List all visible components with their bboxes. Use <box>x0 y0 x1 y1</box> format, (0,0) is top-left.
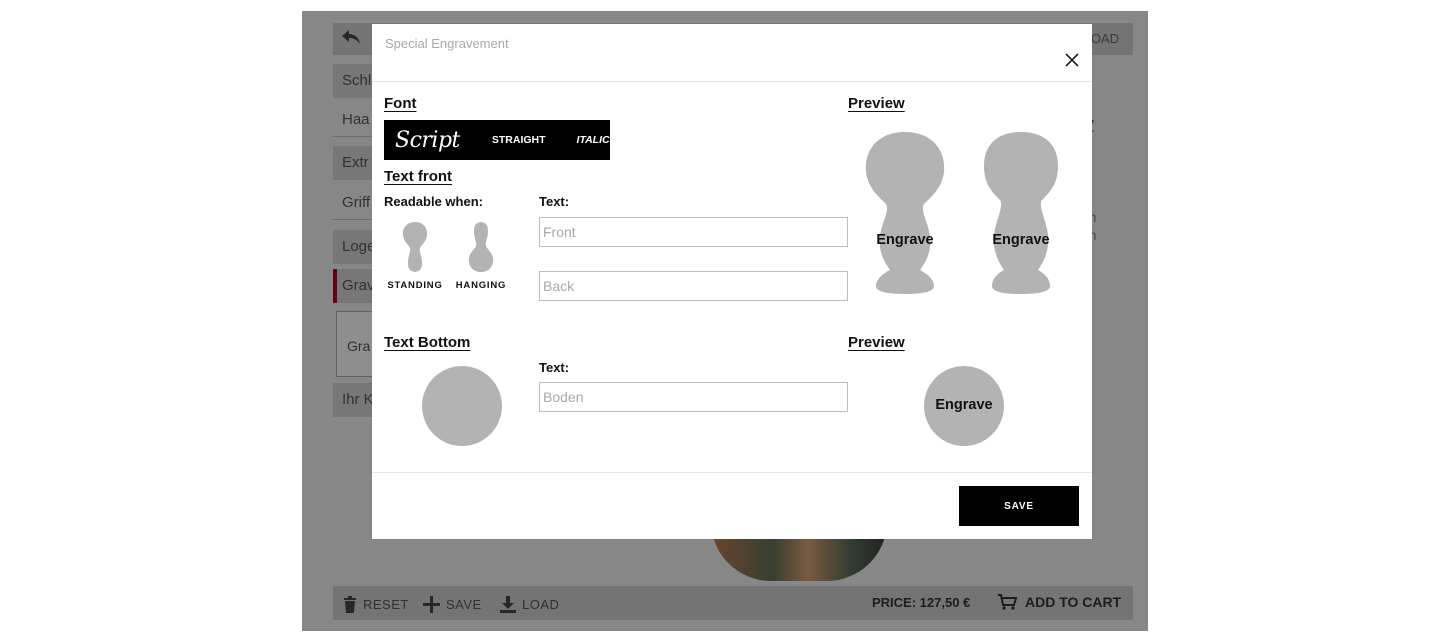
preview-bottom-title: Preview <box>848 334 905 351</box>
brush-preview-back-icon <box>984 132 1058 294</box>
bottom-text-input[interactable] <box>539 382 848 412</box>
front-text-label: Text: <box>539 194 570 209</box>
brush-hanging-icon <box>468 222 494 272</box>
preview-front-brush: Engrave <box>862 130 948 294</box>
font-section-title: Font <box>384 95 417 112</box>
close-icon <box>1065 53 1079 67</box>
modal-title: Special Engravement <box>385 36 509 51</box>
readable-when-label: Readable when: <box>384 194 483 209</box>
front-text-input[interactable] <box>539 217 848 247</box>
font-option-straight[interactable]: STRAIGHT <box>492 134 546 146</box>
header-divider <box>372 81 1092 82</box>
footer-divider <box>372 472 1092 473</box>
text-bottom-title: Text Bottom <box>384 334 471 351</box>
preview-bottom-engrave-text: Engrave <box>935 397 993 413</box>
preview-front-title: Preview <box>848 95 905 112</box>
font-selector: Script STRAIGHT ITALIC <box>384 120 610 160</box>
font-option-italic[interactable]: ITALIC <box>577 134 610 146</box>
save-button[interactable]: SAVE <box>959 486 1079 526</box>
brush-bottom-shape <box>422 366 502 446</box>
orientation-hanging[interactable]: HANGING <box>450 220 512 291</box>
brush-preview-front-icon <box>865 132 945 294</box>
back-text-input[interactable] <box>539 271 848 301</box>
preview-back-brush: Engrave <box>978 130 1064 294</box>
close-button[interactable] <box>1060 48 1084 72</box>
bottom-text-label: Text: <box>539 360 570 375</box>
orientation-standing[interactable]: STANDING <box>384 220 446 291</box>
engraving-modal: Special Engravement Font Script STRAIGHT… <box>372 24 1092 539</box>
brush-standing-icon <box>402 222 428 272</box>
font-option-script[interactable]: Script <box>395 128 460 153</box>
text-front-title: Text front <box>384 168 453 185</box>
preview-bottom-shape: Engrave <box>924 366 1004 446</box>
